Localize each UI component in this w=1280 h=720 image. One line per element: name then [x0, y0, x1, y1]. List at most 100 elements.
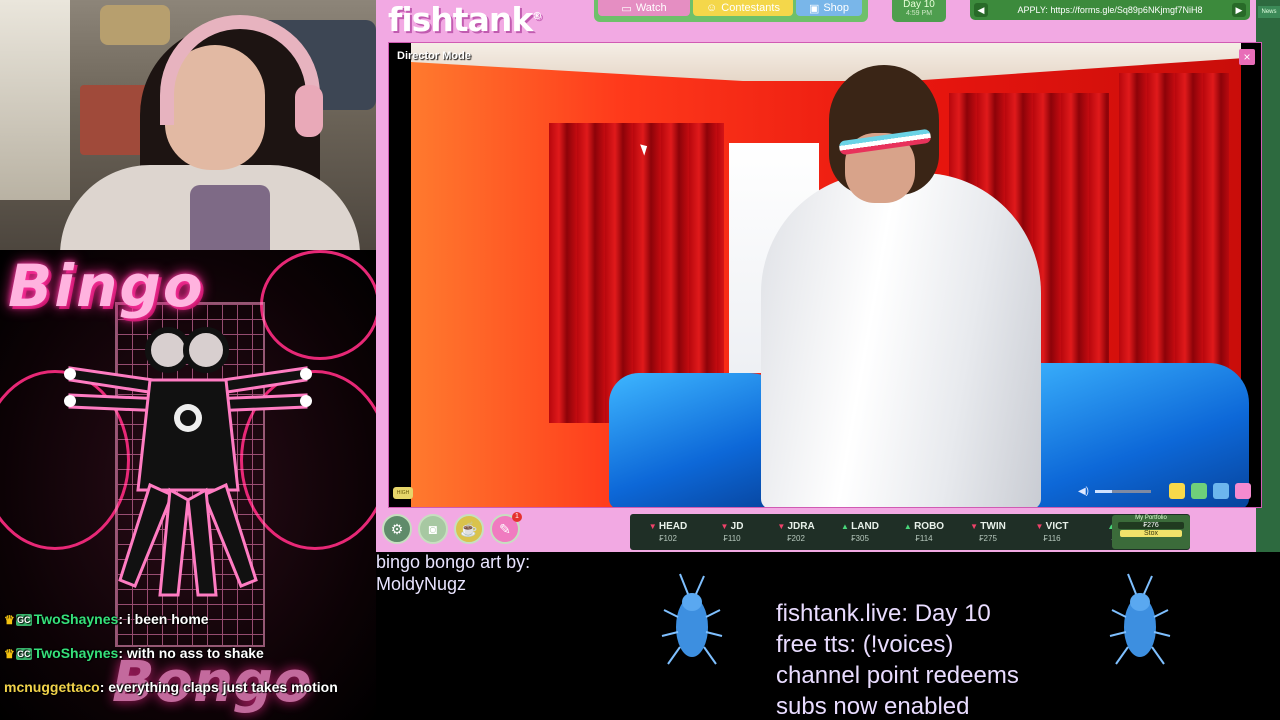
info-line: subs now enabled: [776, 693, 970, 720]
fishtank-logo[interactable]: fishtank®: [388, 0, 542, 39]
chat-overlay: ♛ GC TwoShaynes: i been home ♛ GC TwoShaynes…: [4, 605, 376, 707]
ticker-item[interactable]: ▼ VICT ₣116: [1020, 519, 1084, 545]
ticker-price: ₣116: [1043, 534, 1061, 543]
ticker-symbol: JD: [730, 521, 744, 532]
art-credit: bingo bongo art by: MoldyNugz: [376, 551, 530, 595]
volume-icon[interactable]: ◀): [1078, 486, 1089, 497]
banner-prev-button[interactable]: ◀: [974, 3, 988, 17]
stream-info: fishtank.live: Day 10 free tts: (!voices…: [776, 598, 1019, 720]
fullscreen-icon[interactable]: [1213, 483, 1229, 499]
chat-text: i been home: [126, 611, 209, 627]
headphone-earcup: [295, 85, 323, 137]
contestant-lab-coat: [761, 173, 1041, 507]
nav-contestants-button[interactable]: ☺ Contestants: [693, 0, 793, 16]
volume-slider[interactable]: [1095, 489, 1151, 493]
ticker-symbol: TWIN: [980, 521, 1006, 532]
volume-slider-fill: [1095, 489, 1112, 493]
chat-text: with no ass to shake: [126, 645, 264, 661]
chat-username: TwoShaynes: [33, 645, 119, 661]
tag-badge: GC: [15, 614, 32, 626]
stox-button[interactable]: Stox: [1120, 530, 1182, 537]
tv-icon: ▭: [621, 2, 632, 15]
ticker-item[interactable]: ▼ JD ₣110: [700, 519, 764, 545]
info-line: fishtank.live: Day 10: [776, 600, 991, 627]
chat-text: everything claps just takes motion: [108, 679, 338, 695]
close-icon[interactable]: ×: [1239, 49, 1255, 65]
chat-message: ♛ GC TwoShaynes: i been home: [4, 605, 376, 639]
trend-down-icon: ▼: [720, 522, 731, 531]
trend-down-icon: ▼: [777, 522, 788, 531]
chat-username: mcnuggettaco: [4, 679, 100, 695]
quality-badge[interactable]: HIGH: [393, 487, 413, 499]
nav-shop-label: Shop: [823, 2, 850, 14]
streamer-webcam: [0, 0, 376, 250]
streamer: [40, 15, 360, 250]
nav-contestants-label: Contestants: [721, 2, 780, 14]
ticker-price: ₣202: [787, 534, 805, 543]
portfolio-box[interactable]: My Portfolio ₣276 Stox: [1112, 515, 1190, 549]
ticker-item[interactable]: ▲ LAND ₣305: [828, 519, 892, 545]
bingo-title: Bingo: [8, 252, 205, 320]
clip-button[interactable]: [1169, 483, 1185, 499]
camera-icon[interactable]: ◙: [418, 514, 448, 544]
ticker-symbol: JDRA: [787, 521, 815, 532]
trend-down-icon: ▼: [648, 522, 659, 531]
ticker-item[interactable]: ▼ HEAD ₣102: [636, 519, 700, 545]
portfolio-value: ₣276: [1118, 522, 1184, 529]
nav-shop-button[interactable]: ▣ Shop: [796, 0, 862, 16]
cockroach-icon: [1109, 573, 1171, 665]
info-line: free tts: (!voices): [776, 631, 954, 658]
tool-bar: ⚙ ◙ ☕ ✎ 1: [382, 512, 522, 544]
trend-up-icon: ▲: [841, 522, 852, 531]
ticker-price: ₣102: [659, 534, 677, 543]
day-counter: Day 10 4:59 PM: [892, 0, 946, 22]
layout-button[interactable]: [1191, 483, 1207, 499]
apply-link[interactable]: APPLY: https://forms.gle/Sq89p6NKjmgf7Ni…: [1018, 5, 1203, 15]
ticker-item[interactable]: ▼ TWIN ₣275: [956, 519, 1020, 545]
video-controls: ◀): [1078, 483, 1251, 499]
ticker-price: ₣114: [915, 534, 933, 543]
chat-message: mcnuggettaco: everything claps just take…: [4, 679, 338, 695]
ticker-item[interactable]: ▼ JDRA ₣202: [764, 519, 828, 545]
gear-icon[interactable]: ⚙: [382, 514, 412, 544]
ticker-symbol: VICT: [1045, 521, 1069, 532]
portfolio-label: My Portfolio: [1135, 515, 1167, 521]
crown-icon: ♛: [4, 647, 15, 661]
main-nav: ▭ Watch ☺ Contestants ▣ Shop: [594, 0, 868, 22]
fishtank-site: fishtank® ▭ Watch ☺ Contestants ▣ Shop Day …: [376, 0, 1280, 552]
banner-next-button[interactable]: ▶: [1231, 3, 1246, 17]
info-line: channel point redeems: [776, 662, 1019, 689]
news-tab[interactable]: News: [1258, 6, 1280, 18]
ticker-price: ₣275: [979, 534, 997, 543]
trend-down-icon: ▼: [1035, 522, 1046, 531]
people-icon: ☺: [706, 2, 718, 14]
trend-up-icon: ▲: [903, 522, 915, 531]
ticker-symbol: ROBO: [914, 521, 945, 532]
megaphone-icon[interactable]: ✎ 1: [490, 512, 522, 544]
art-credit-line: bingo bongo art by:: [376, 552, 531, 572]
ticker-price: ₣110: [723, 534, 741, 543]
stream-overlay: Bingo Bongo ♛ GC TwoShaynes: i been home ♛…: [0, 0, 1280, 720]
ticker-symbol: LAND: [851, 521, 879, 532]
streamer-shirt: [190, 185, 270, 250]
camera-feed[interactable]: Director Mode × HIGH ◀): [388, 42, 1262, 508]
record-button[interactable]: [1235, 483, 1251, 499]
notification-badge: 1: [512, 512, 522, 522]
cockroach-icon: [661, 573, 723, 665]
mug-icon[interactable]: ☕: [454, 514, 484, 544]
bag-icon: ▣: [808, 2, 820, 15]
logo-mark: ®: [532, 11, 542, 22]
stock-ticker: ▼ HEAD ₣102 ▼ JD ₣110 ▼ JDRA ₣202 ▲ LAND ₣305 ▲ …: [630, 514, 1190, 550]
trend-down-icon: ▼: [970, 522, 981, 531]
ticker-item[interactable]: ▲ ROBO ₣114: [892, 519, 956, 545]
nav-watch-button[interactable]: ▭ Watch: [598, 0, 690, 16]
day-time: 4:59 PM: [905, 10, 933, 17]
day-label: Day 10: [903, 0, 935, 10]
tag-badge: GC: [15, 648, 32, 660]
ticker-symbol: HEAD: [658, 521, 688, 532]
director-mode-label: Director Mode: [397, 50, 471, 62]
nav-watch-label: Watch: [635, 2, 667, 14]
curtain-far-right: [1119, 73, 1229, 393]
ticker-price: ₣305: [851, 534, 869, 543]
logo-text: fishtank: [388, 0, 533, 39]
